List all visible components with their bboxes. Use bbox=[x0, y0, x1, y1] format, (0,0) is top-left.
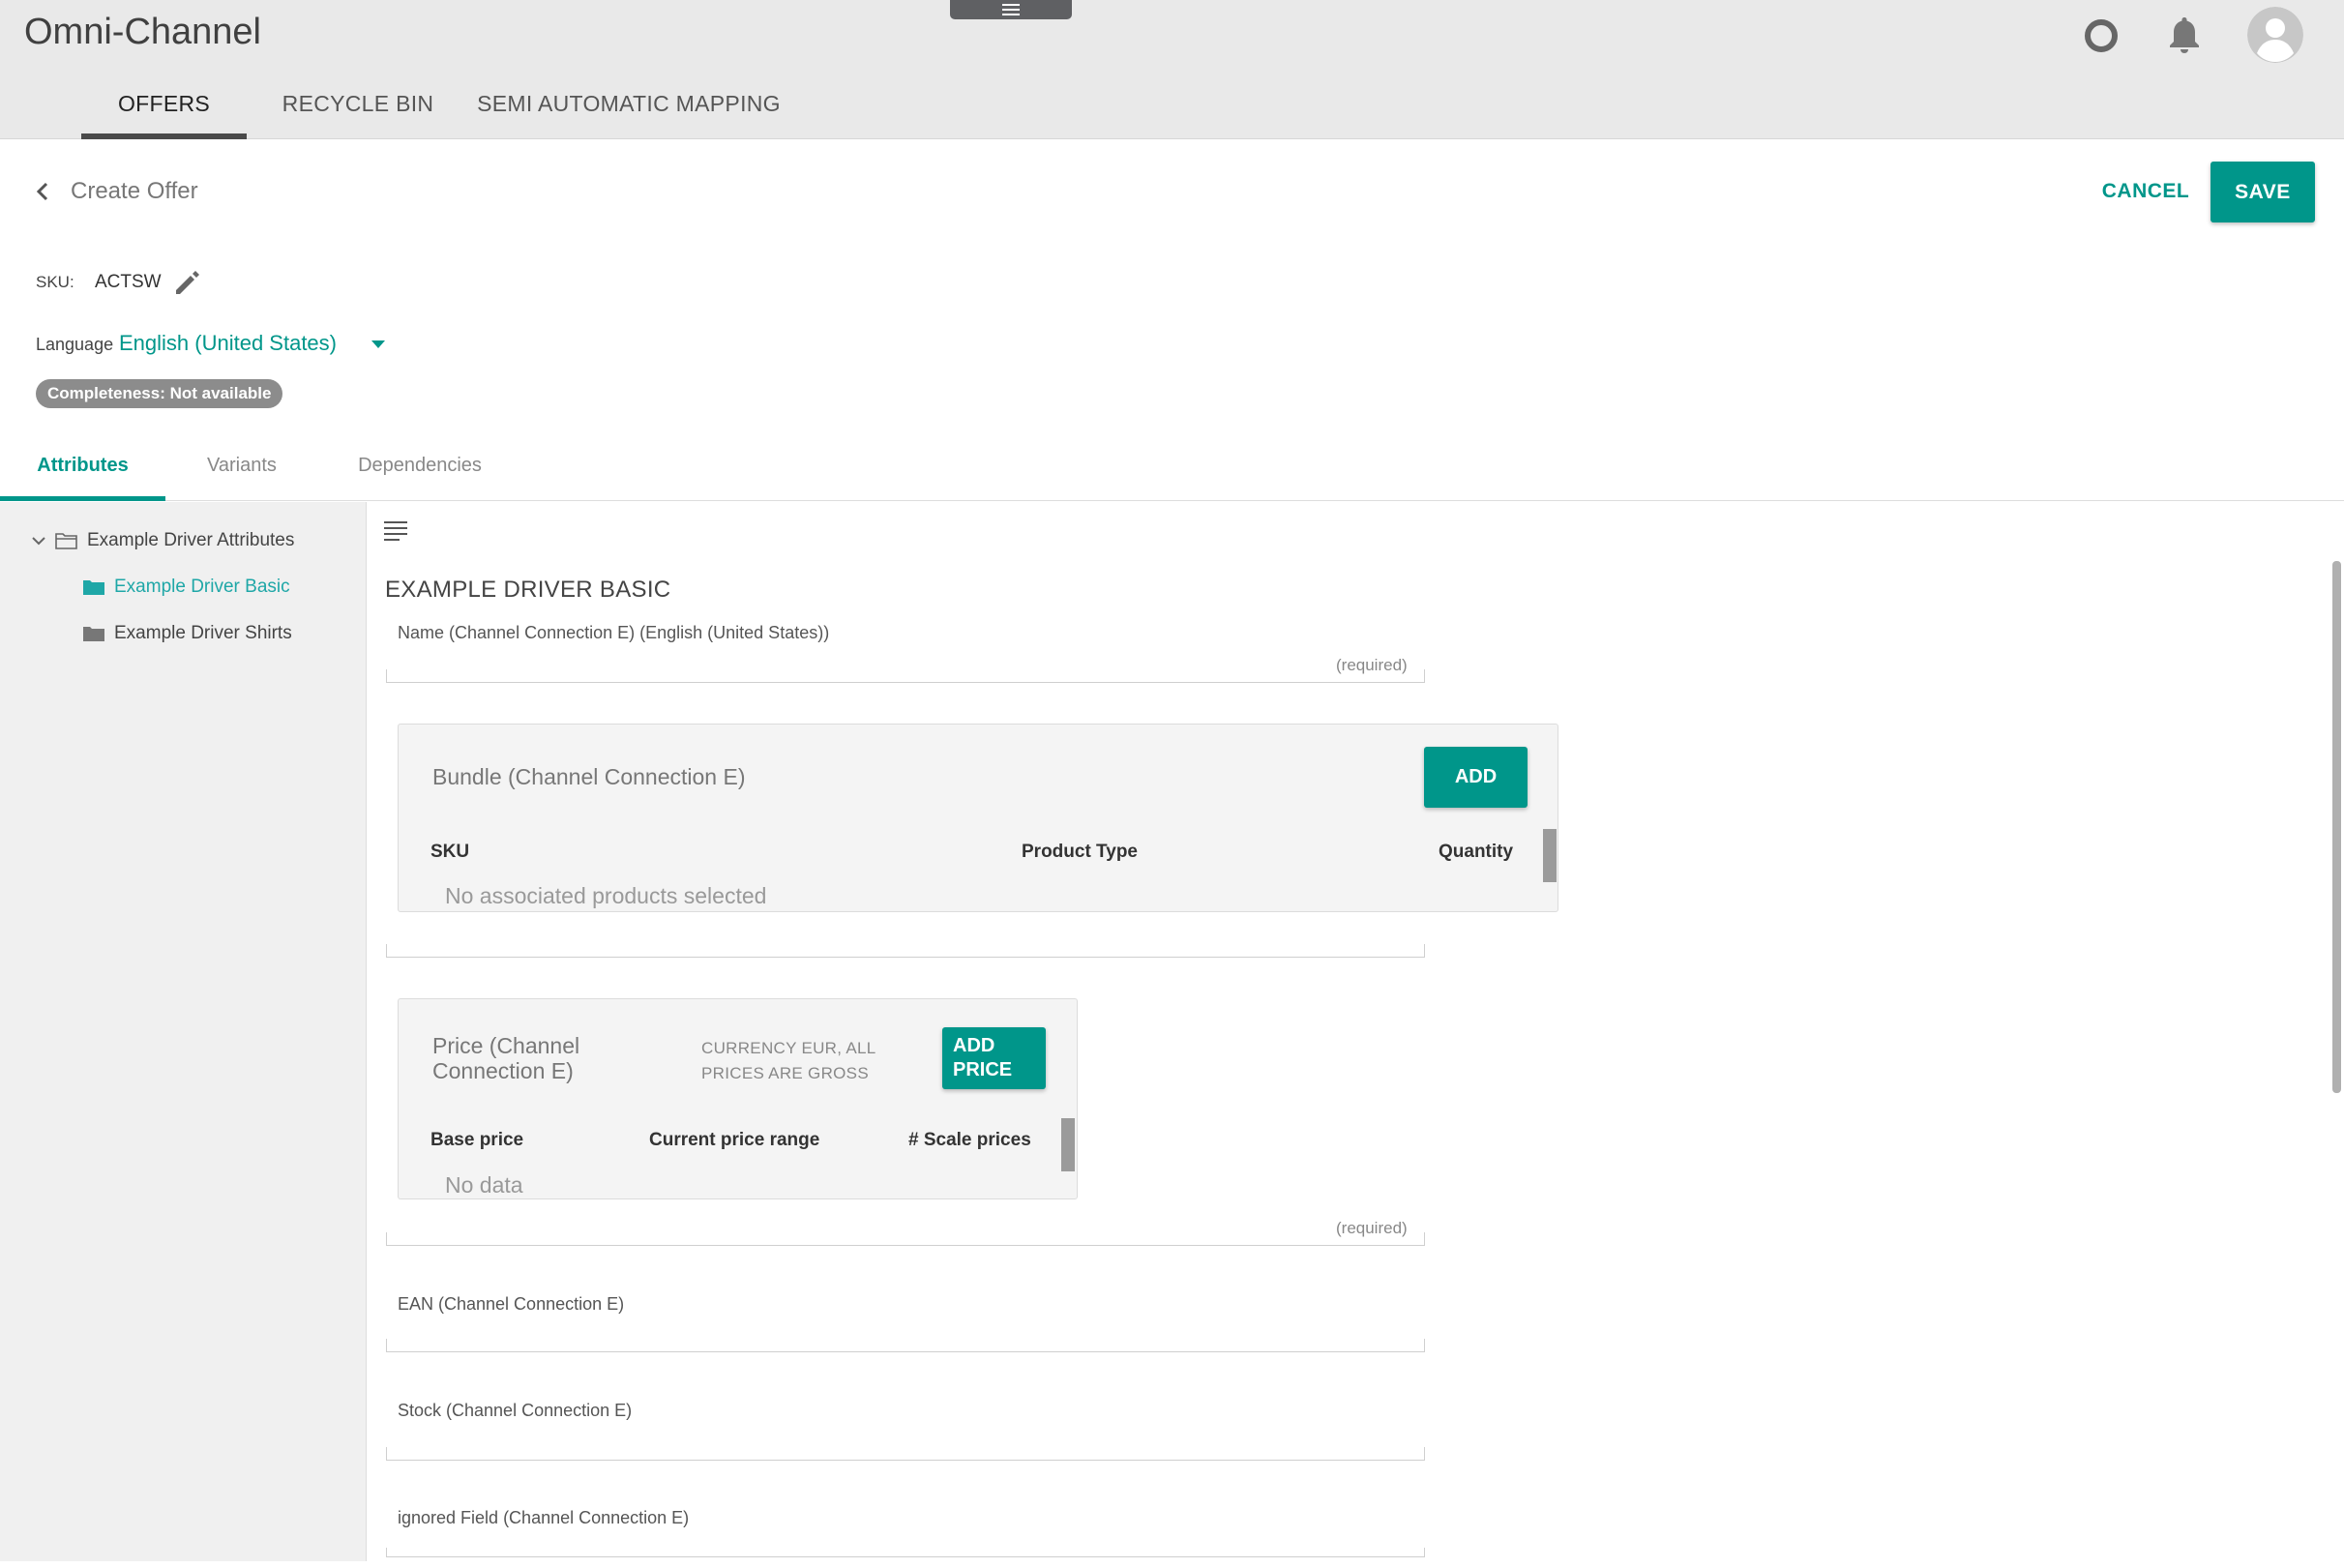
add-price-button[interactable]: ADD PRICE bbox=[942, 1027, 1046, 1089]
ignored-field-input[interactable] bbox=[386, 1548, 1425, 1557]
save-button[interactable]: SAVE bbox=[2210, 162, 2315, 222]
page-title: Create Offer bbox=[71, 178, 198, 204]
folder-icon bbox=[83, 627, 104, 641]
app-header: Omni-Channel OFFERS RECYCLE BIN SEMI AUT… bbox=[0, 0, 2344, 139]
folder-open-icon bbox=[55, 533, 77, 549]
list-icon bbox=[384, 521, 407, 541]
tab-offers[interactable]: OFFERS bbox=[81, 79, 247, 139]
cancel-button[interactable]: CANCEL bbox=[2090, 163, 2202, 221]
add-price-line1: ADD bbox=[953, 1035, 995, 1056]
stock-field-label: Stock (Channel Connection E) bbox=[398, 1401, 633, 1420]
menu-icon bbox=[1002, 4, 1020, 15]
name-field-label: Name (Channel Connection E) (English (Un… bbox=[398, 623, 830, 642]
bundle-col-sku: SKU bbox=[430, 842, 470, 862]
back-button[interactable] bbox=[31, 176, 54, 207]
offer-tabs: Attributes Variants Dependencies bbox=[0, 441, 2344, 501]
section-menu-button[interactable] bbox=[384, 520, 407, 542]
edit-sku-button[interactable] bbox=[172, 267, 203, 298]
language-dropdown-button[interactable] bbox=[370, 338, 387, 349]
tree-item-label: Example Driver Attributes bbox=[87, 530, 295, 550]
sku-label: SKU: bbox=[36, 273, 74, 291]
bundle-col-product-type: Product Type bbox=[1022, 842, 1138, 862]
ean-field-input[interactable] bbox=[386, 1339, 1425, 1352]
price-title-line2: Connection E) bbox=[432, 1058, 574, 1083]
tree-item-label: Example Driver Basic bbox=[114, 577, 290, 597]
app-title: Omni-Channel bbox=[24, 12, 261, 52]
stock-field-input[interactable] bbox=[386, 1447, 1425, 1461]
tree-item-example-driver-shirts[interactable]: Example Driver Shirts bbox=[81, 623, 292, 644]
completeness-badge: Completeness: Not available bbox=[36, 379, 283, 408]
currency-note-line1: CURRENCY EUR, ALL bbox=[701, 1039, 876, 1057]
bundle-field-underline bbox=[386, 944, 1425, 958]
user-avatar-icon bbox=[2247, 7, 2303, 63]
price-col-base-price: Base price bbox=[430, 1130, 524, 1150]
currency-note: CURRENCY EUR, ALL PRICES ARE GROSS bbox=[701, 1036, 876, 1086]
tab-dependencies[interactable]: Dependencies bbox=[339, 441, 501, 501]
user-avatar-button[interactable] bbox=[2247, 7, 2303, 63]
bundle-col-quantity: Quantity bbox=[1439, 842, 1514, 862]
tree-item-root[interactable]: Example Driver Attributes bbox=[29, 530, 294, 551]
tab-recycle-bin[interactable]: RECYCLE BIN bbox=[247, 79, 469, 139]
price-field-underline bbox=[386, 1232, 1425, 1246]
status-button[interactable] bbox=[2082, 16, 2121, 55]
bundle-title: Bundle (Channel Connection E) bbox=[432, 764, 746, 789]
chevron-left-icon bbox=[36, 182, 48, 201]
chevron-down-icon[interactable] bbox=[29, 531, 48, 550]
ignored-field-label: ignored Field (Channel Connection E) bbox=[398, 1508, 690, 1527]
page-scrollbar[interactable] bbox=[2332, 561, 2341, 1093]
menu-toggle-button[interactable] bbox=[950, 0, 1072, 19]
price-col-scale-prices: # Scale prices bbox=[908, 1130, 1031, 1150]
add-bundle-button[interactable]: ADD bbox=[1424, 747, 1528, 808]
price-title-line1: Price (Channel bbox=[432, 1033, 580, 1058]
ean-field-label: EAN (Channel Connection E) bbox=[398, 1294, 625, 1314]
section-title: EXAMPLE DRIVER BASIC bbox=[385, 577, 671, 603]
price-scrollbar[interactable] bbox=[1061, 1118, 1075, 1171]
tab-attributes[interactable]: Attributes bbox=[0, 441, 165, 501]
bell-icon bbox=[2170, 17, 2199, 53]
language-label: Language bbox=[36, 335, 114, 354]
language-select[interactable]: English (United States) bbox=[119, 331, 337, 356]
attribute-tree bbox=[0, 502, 367, 1561]
add-price-line2: PRICE bbox=[953, 1059, 1013, 1080]
caret-down-icon bbox=[371, 340, 385, 348]
name-field-input[interactable] bbox=[386, 669, 1425, 683]
tree-item-example-driver-basic[interactable]: Example Driver Basic bbox=[81, 577, 290, 598]
tree-item-label: Example Driver Shirts bbox=[114, 623, 292, 643]
price-title: Price (Channel Connection E) bbox=[432, 1033, 579, 1083]
sku-value: ACTSW bbox=[95, 272, 162, 292]
pencil-icon bbox=[176, 271, 199, 294]
status-icon bbox=[2085, 19, 2118, 52]
notifications-button[interactable] bbox=[2165, 14, 2204, 56]
bundle-scrollbar[interactable] bbox=[1543, 829, 1557, 882]
price-empty-message: No data bbox=[445, 1172, 523, 1198]
tab-variants[interactable]: Variants bbox=[184, 441, 300, 501]
price-col-current-range: Current price range bbox=[649, 1130, 820, 1150]
main-tabs: OFFERS RECYCLE BIN SEMI AUTOMATIC MAPPIN… bbox=[81, 79, 788, 139]
bundle-empty-message: No associated products selected bbox=[445, 883, 767, 908]
tab-semi-automatic-mapping[interactable]: SEMI AUTOMATIC MAPPING bbox=[469, 79, 788, 139]
folder-icon bbox=[83, 580, 104, 595]
currency-note-line2: PRICES ARE GROSS bbox=[701, 1064, 869, 1082]
